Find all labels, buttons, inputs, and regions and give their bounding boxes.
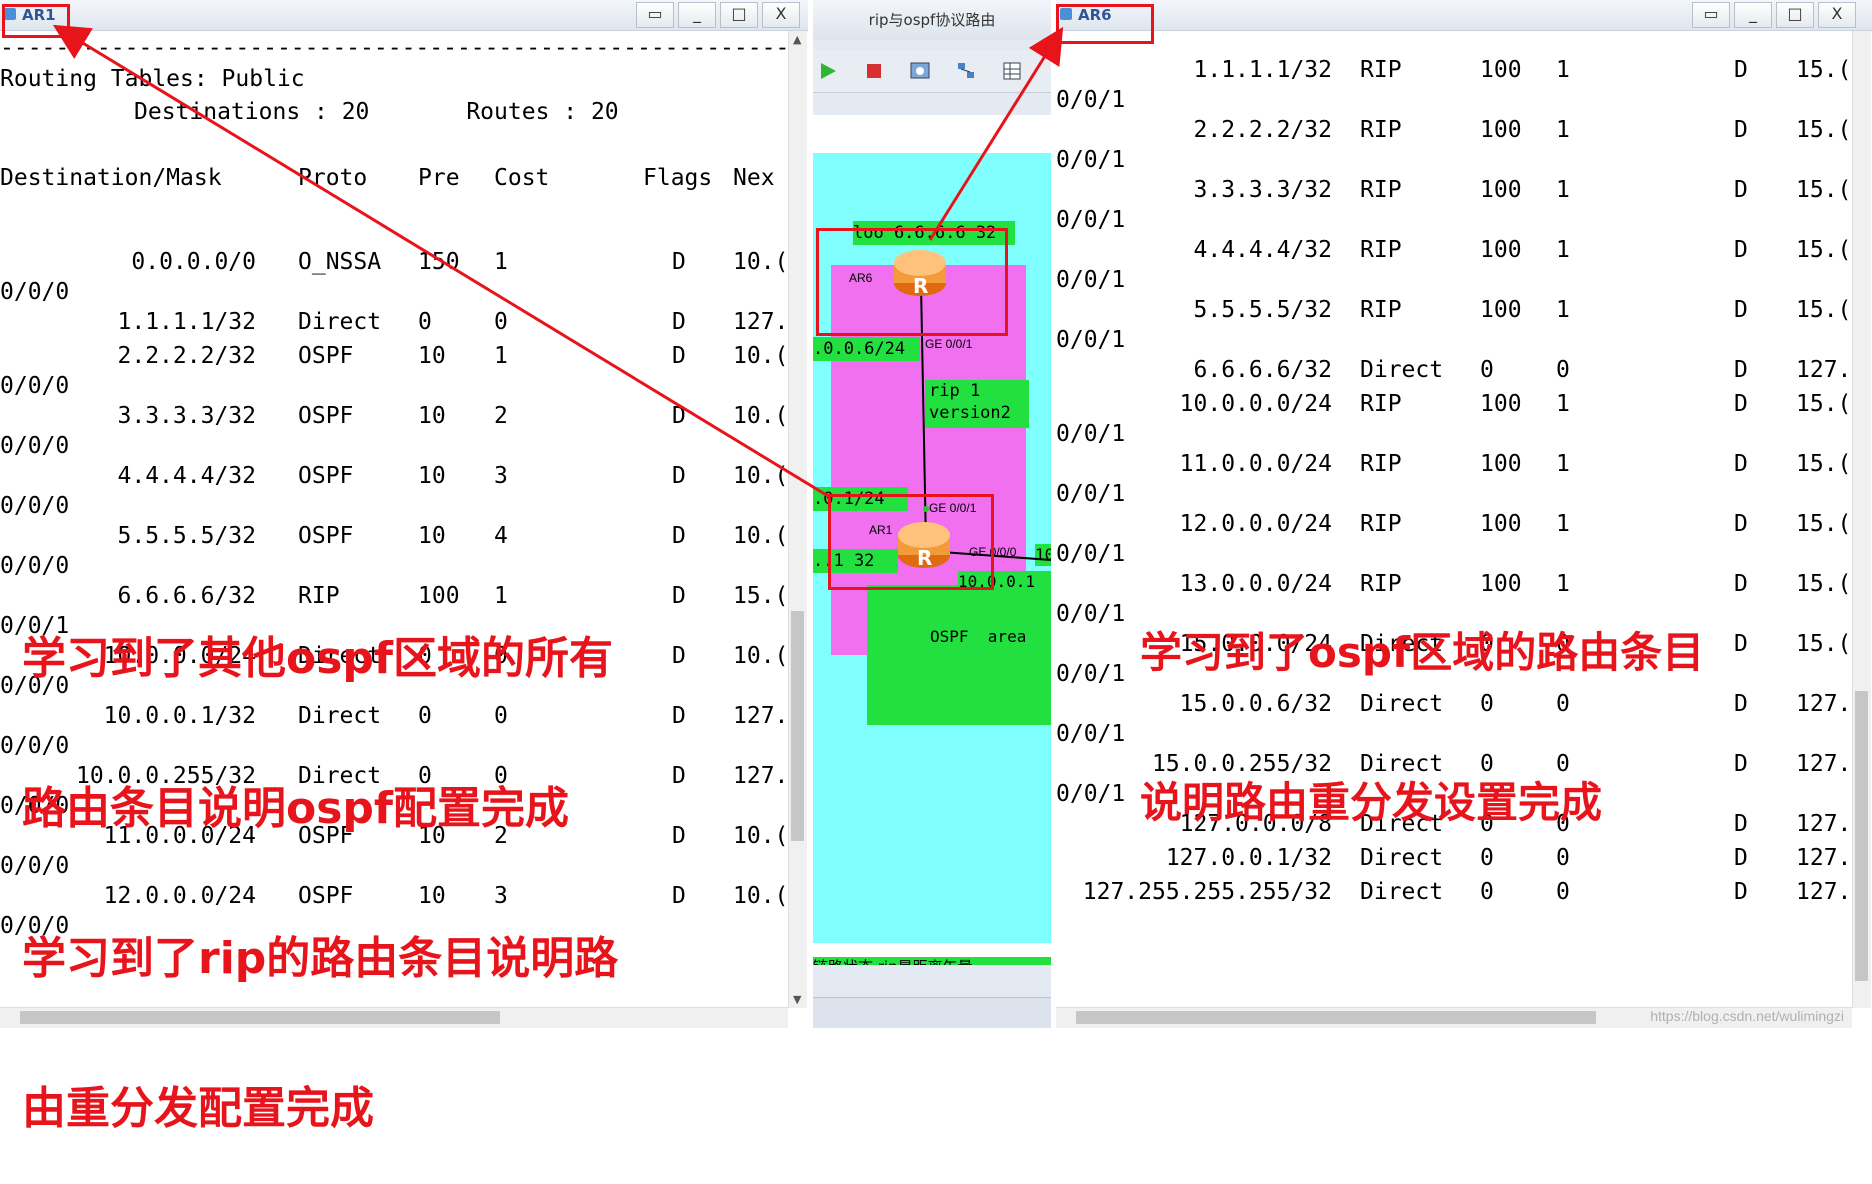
arrow-to-ar1-title: [52, 24, 829, 498]
left-annotation: 学习到了其他ospf区域的所有 路由条目说明ospf配置完成 学习到了rip的路…: [22, 633, 619, 1134]
arrow-to-ar6-title: [928, 26, 1064, 241]
right-annotation: 学习到了ospf区域的路由条目 说明路由重分发设置完成: [1140, 628, 1705, 827]
watermark: https://blog.csdn.net/wulimingzi: [1650, 1008, 1844, 1024]
